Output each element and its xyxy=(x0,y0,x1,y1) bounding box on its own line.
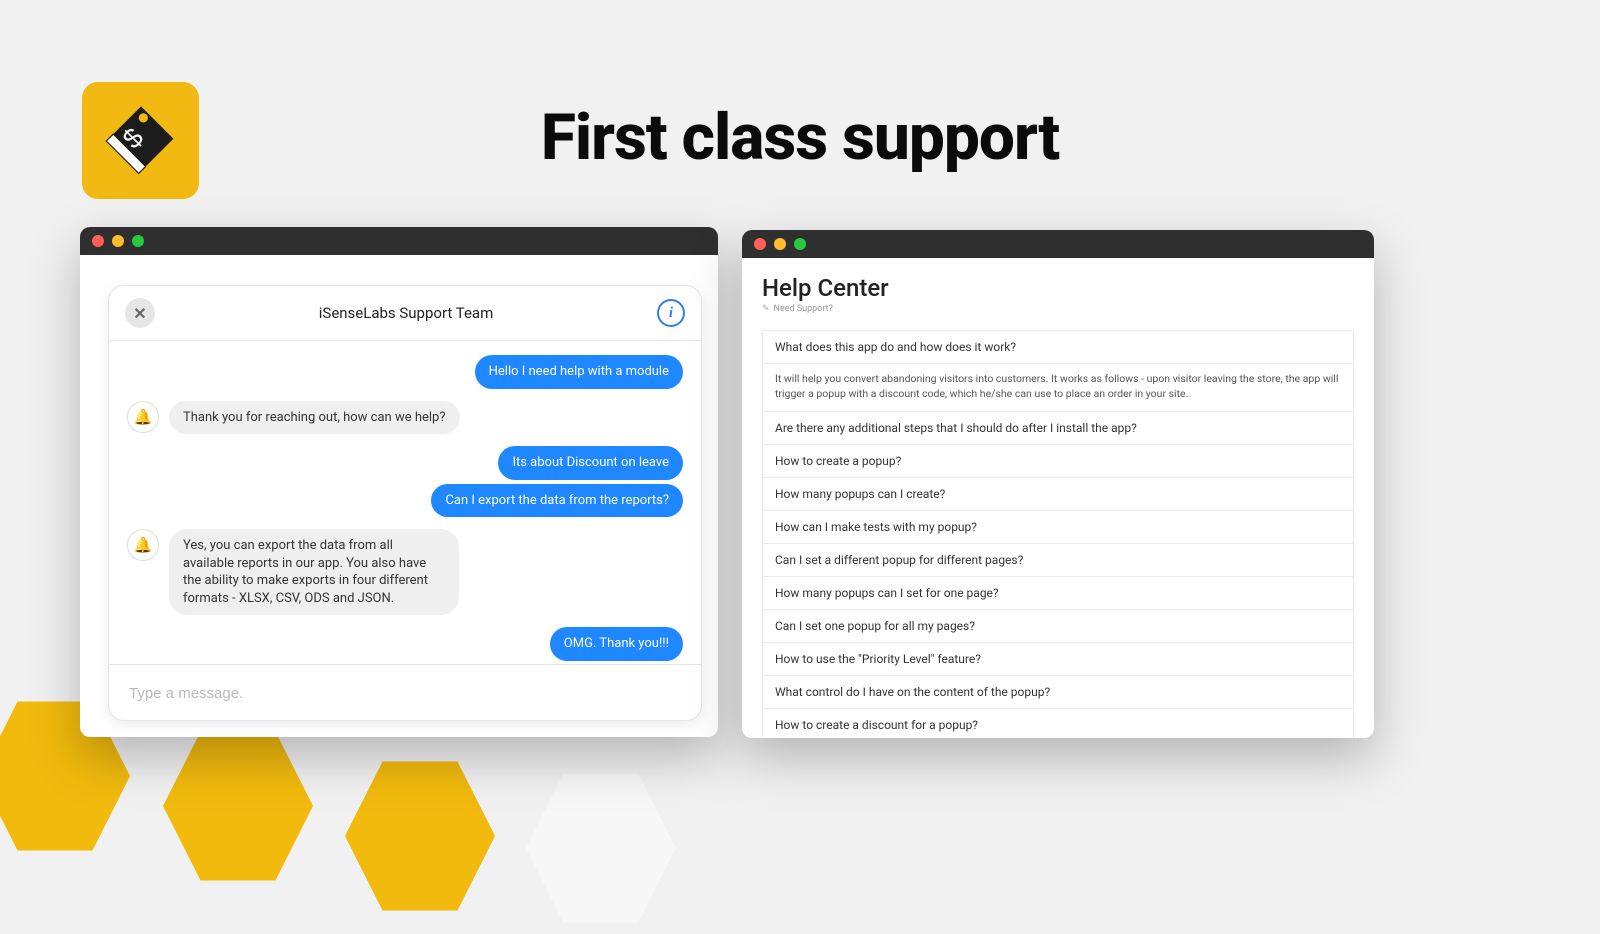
faq-item[interactable]: How many popups can I set for one page? xyxy=(763,577,1353,610)
faq-item[interactable]: How many popups can I create? xyxy=(763,478,1353,511)
chat-card: ✕ iSenseLabs Support Team i Hello I need… xyxy=(108,285,702,721)
window-close-dot[interactable] xyxy=(754,238,766,250)
faq-item[interactable]: How to create a discount for a popup? xyxy=(763,709,1353,738)
message-outgoing: Hello I need help with a module xyxy=(475,355,683,389)
faq-list: What does this app do and how does it wo… xyxy=(762,330,1354,738)
message-outgoing: Can I export the data from the reports? xyxy=(431,484,683,518)
message-incoming: Thank you for reaching out, how can we h… xyxy=(169,401,460,435)
faq-item[interactable]: What control do I have on the content of… xyxy=(763,676,1353,709)
help-center-subtitle[interactable]: Need Support? xyxy=(762,304,1354,314)
window-min-dot[interactable] xyxy=(774,238,786,250)
message-input[interactable] xyxy=(129,685,681,702)
chat-header: ✕ iSenseLabs Support Team i xyxy=(109,286,701,341)
info-icon[interactable]: i xyxy=(657,299,685,327)
window-max-dot[interactable] xyxy=(794,238,806,250)
agent-avatar: 🔔 xyxy=(127,401,159,433)
page-headline: First class support xyxy=(0,100,1600,175)
faq-item[interactable]: Can I set one popup for all my pages? xyxy=(763,610,1353,643)
window-close-dot[interactable] xyxy=(92,235,104,247)
close-icon[interactable]: ✕ xyxy=(125,298,155,328)
window-titlebar xyxy=(742,230,1374,258)
faq-item[interactable]: How can I make tests with my popup? xyxy=(763,511,1353,544)
help-center-window: Help Center Need Support? What does this… xyxy=(742,230,1374,738)
help-center-title: Help Center xyxy=(762,274,1354,302)
faq-item[interactable]: What does this app do and how does it wo… xyxy=(763,331,1353,364)
message-outgoing: OMG. Thank you!!! xyxy=(550,627,683,661)
faq-item[interactable]: Can I set a different popup for differen… xyxy=(763,544,1353,577)
chat-window: ✕ iSenseLabs Support Team i Hello I need… xyxy=(80,227,718,737)
window-min-dot[interactable] xyxy=(112,235,124,247)
hex-decoration xyxy=(345,750,495,922)
window-max-dot[interactable] xyxy=(132,235,144,247)
agent-avatar: 🔔 xyxy=(127,529,159,561)
chat-title: iSenseLabs Support Team xyxy=(155,304,657,322)
faq-item[interactable]: How to create a popup? xyxy=(763,445,1353,478)
chat-body: Hello I need help with a module 🔔 Thank … xyxy=(109,341,701,664)
message-incoming: Yes, you can export the data from all av… xyxy=(169,529,459,615)
hex-decoration xyxy=(163,720,313,892)
message-outgoing: Its about Discount on leave xyxy=(498,446,683,480)
hex-decoration xyxy=(526,762,676,934)
faq-item[interactable]: How to use the "Priority Level" feature? xyxy=(763,643,1353,676)
help-center-body: Help Center Need Support? What does this… xyxy=(742,258,1374,738)
faq-answer: It will help you convert abandoning visi… xyxy=(763,364,1353,412)
window-titlebar xyxy=(80,227,718,255)
chat-input-area xyxy=(109,664,701,720)
faq-item[interactable]: Are there any additional steps that I sh… xyxy=(763,412,1353,445)
